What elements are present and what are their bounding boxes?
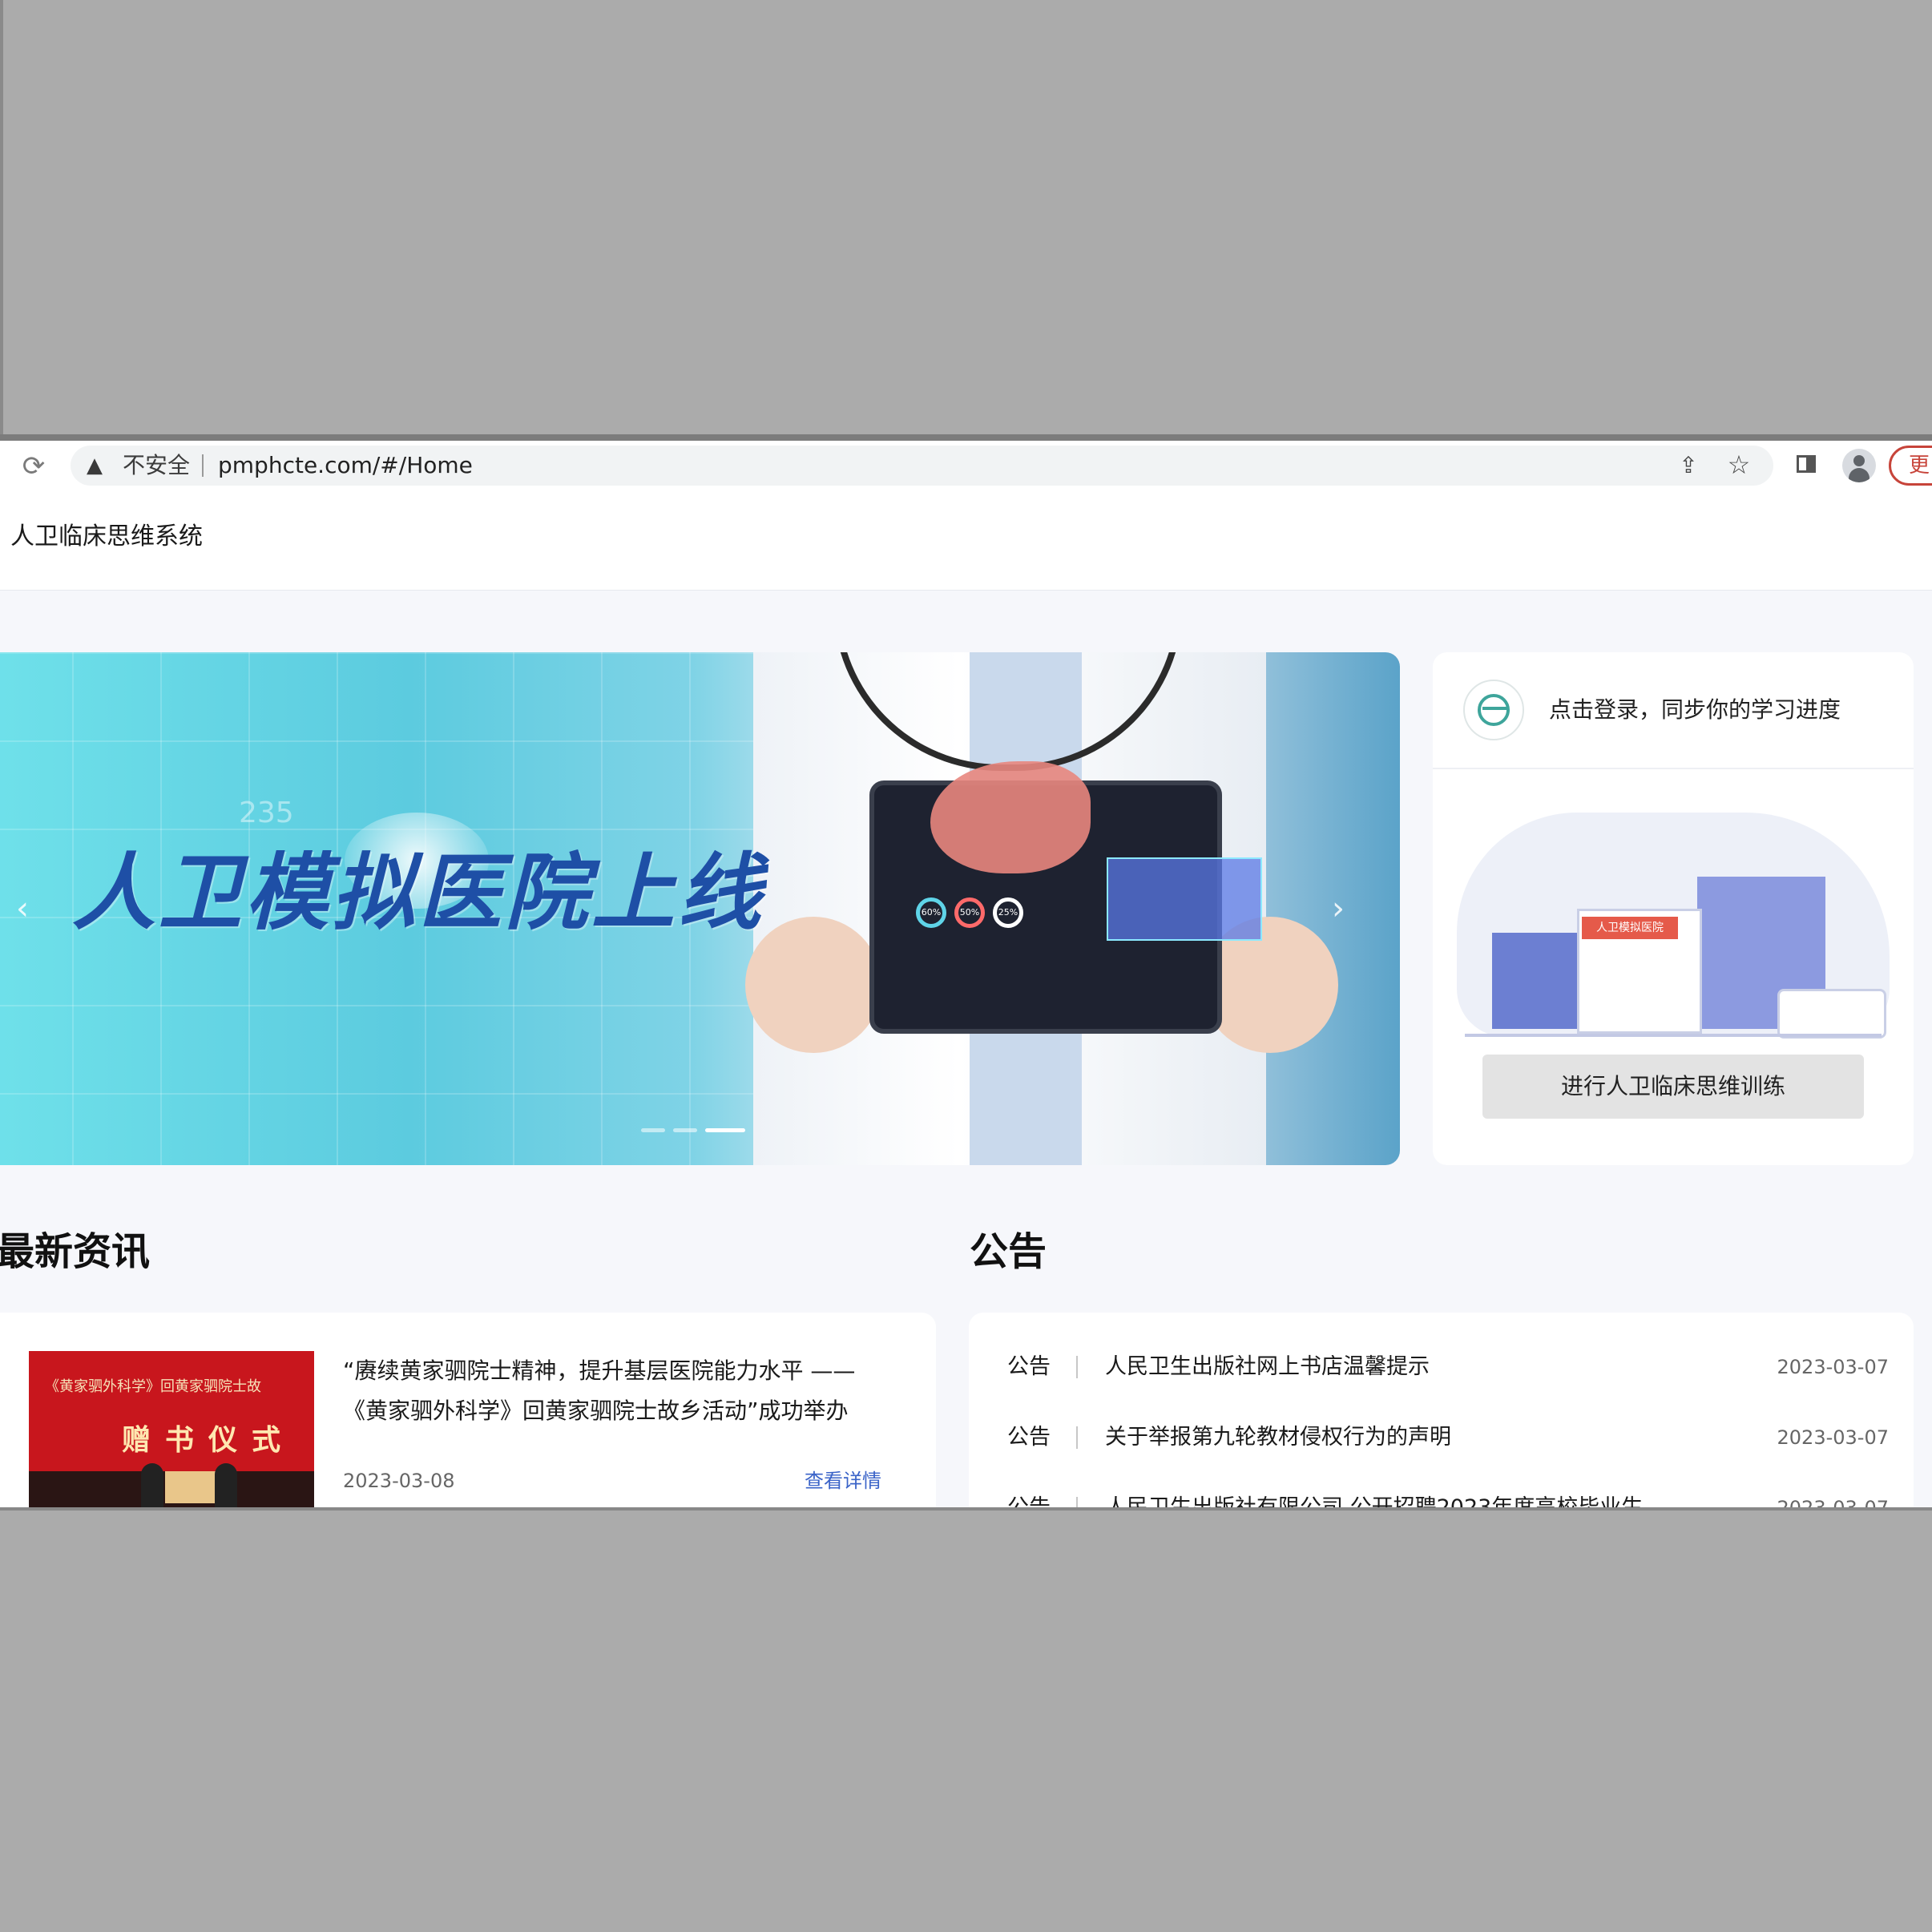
notice-tag: 公告 [1007, 1354, 1051, 1379]
site-title[interactable]: 人卫临床思维系统 [10, 521, 203, 553]
star-icon[interactable]: ☆ [1724, 450, 1753, 479]
carousel-prev-icon[interactable]: ‹ [6, 885, 38, 933]
reload-icon[interactable]: ⟳ [18, 450, 50, 482]
tablet-ring: 50% [954, 897, 985, 928]
notice-separator [1076, 1426, 1078, 1449]
profile-icon[interactable] [1842, 449, 1876, 482]
notice-date: 2023-03-07 [1777, 1492, 1889, 1507]
browser-toolbar: ⟳ ▲ 不安全 pmphcte.com/#/Home ⇪ ☆ 更 [0, 441, 1932, 491]
update-button[interactable]: 更 [1889, 446, 1932, 486]
notice-separator [1076, 1497, 1078, 1507]
warning-icon[interactable]: ▲ [87, 453, 103, 478]
notice-item[interactable]: 公告 人民卫生出版社有限公司 公开招聘2023年度高校毕业生 2023-03-0… [1007, 1492, 1889, 1507]
notice-item[interactable]: 公告 关于举报第九轮教材侵权行为的声明 2023-03-07 [1007, 1422, 1889, 1454]
thumb-banner-text: 《黄家驷外科学》回黄家驷院士故 [45, 1378, 261, 1395]
hospital-illustration: 人卫模拟医院 [1457, 797, 1890, 1053]
notice-title[interactable]: 人民卫生出版社网上书店温馨提示 [1105, 1351, 1430, 1383]
top-letterbox-edge [0, 434, 1932, 441]
bottom-letterbox [0, 1511, 1932, 1932]
tablet-ring: 60% [916, 897, 946, 928]
top-letterbox [0, 0, 1932, 438]
ecg-panel [1107, 857, 1262, 941]
side-panel-icon[interactable] [1795, 452, 1821, 478]
notice-tag: 公告 [1007, 1425, 1051, 1450]
login-prompt[interactable]: 点击登录，同步你的学习进度 [1549, 694, 1841, 726]
insecure-label[interactable]: 不安全 [123, 451, 190, 480]
url-text[interactable]: pmphcte.com/#/Home [218, 451, 473, 480]
share-icon[interactable]: ⇪ [1675, 452, 1702, 479]
carousel-dot-active[interactable] [705, 1128, 745, 1132]
ambulance-image [1777, 989, 1886, 1039]
login-header[interactable]: 点击登录，同步你的学习进度 [1433, 652, 1914, 769]
banner-deco-number: 235 [239, 797, 294, 829]
logo-icon [1463, 680, 1524, 740]
browser-screen: ⟳ ▲ 不安全 pmphcte.com/#/Home ⇪ ☆ 更 人卫临床思维系… [0, 441, 1932, 1507]
carousel-dot[interactable] [641, 1128, 665, 1132]
carousel-next-icon[interactable]: › [1322, 885, 1354, 933]
tablet-ring: 25% [993, 897, 1023, 928]
notice-heading: 公告 [970, 1229, 1047, 1274]
notice-title[interactable]: 人民卫生出版社有限公司 公开招聘2023年度高校毕业生 [1105, 1492, 1643, 1507]
hand-image [745, 917, 881, 1053]
notice-date: 2023-03-07 [1777, 1426, 1889, 1449]
hero-carousel[interactable]: 235 37 60% 50% 25% 人卫模拟医院上线 ‹ › [0, 652, 1400, 1165]
banner-headline: 人卫模拟医院上线 [72, 844, 765, 942]
tablet-image: 60% 50% 25% [869, 761, 1262, 1034]
start-training-button[interactable]: 进行人卫临床思维训练 [1482, 1055, 1864, 1119]
news-thumbnail[interactable]: 《黄家驷外科学》回黄家驷院士故 赠书仪式 [29, 1351, 314, 1507]
hospital-sign: 人卫模拟医院 [1582, 917, 1678, 939]
news-card[interactable]: 《黄家驷外科学》回黄家驷院士故 赠书仪式 “赓续黄家驷院士精神，提升基层医院能力… [0, 1313, 936, 1507]
notice-tag: 公告 [1007, 1492, 1051, 1507]
notice-date: 2023-03-07 [1777, 1356, 1889, 1378]
news-title[interactable]: “赓续黄家驷院士精神，提升基层医院能力水平 ——《黄家驷外科学》回黄家驷院士故乡… [343, 1351, 856, 1431]
address-bar[interactable]: ▲ 不安全 pmphcte.com/#/Home ⇪ ☆ [71, 446, 1773, 486]
notice-separator [1076, 1356, 1078, 1378]
news-date: 2023-03-08 [343, 1470, 455, 1492]
omnibox-separator [202, 454, 204, 477]
carousel-dot[interactable] [673, 1128, 697, 1132]
news-detail-link[interactable]: 查看详情 [805, 1468, 881, 1494]
notice-title[interactable]: 关于举报第九轮教材侵权行为的声明 [1105, 1422, 1451, 1454]
news-heading: 最新资讯 [0, 1229, 151, 1274]
site-header: 人卫临床思维系统 [0, 490, 1932, 591]
thumb-title-text: 赠书仪式 [122, 1423, 296, 1457]
login-card: 点击登录，同步你的学习进度 人卫模拟医院 进行人卫临床思维训练 [1433, 652, 1914, 1165]
notice-item[interactable]: 公告 人民卫生出版社网上书店温馨提示 2023-03-07 [1007, 1351, 1889, 1383]
notice-card: 公告 人民卫生出版社网上书店温馨提示 2023-03-07 公告 关于举报第九轮… [969, 1313, 1914, 1507]
